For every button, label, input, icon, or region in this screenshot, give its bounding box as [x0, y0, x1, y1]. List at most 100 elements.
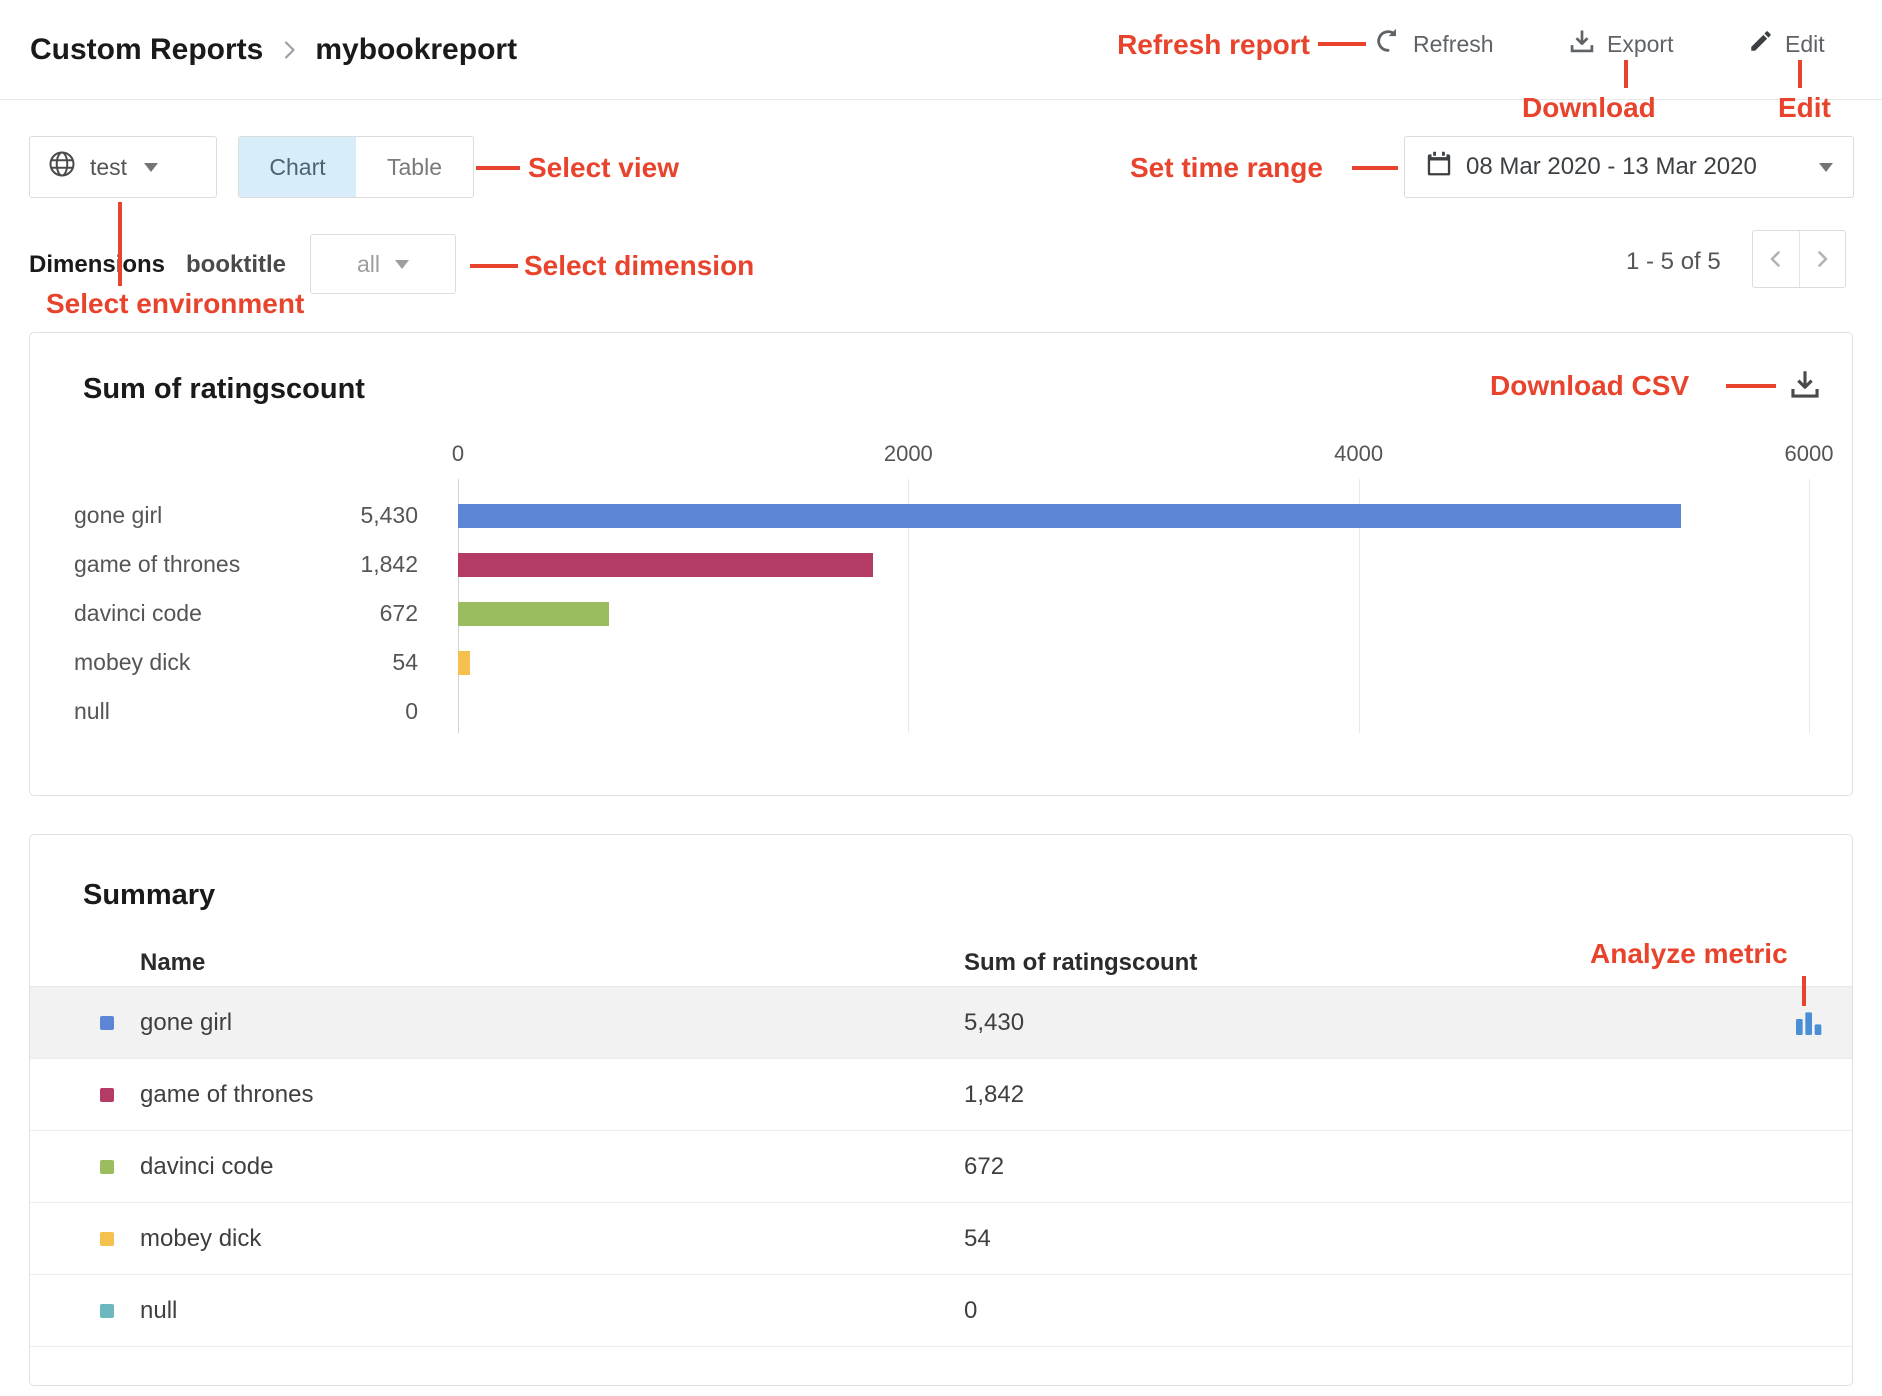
- row-value: 672: [964, 1153, 1004, 1181]
- environment-selector[interactable]: test: [29, 136, 217, 198]
- dimension-value: all: [357, 251, 380, 278]
- chart-card: Sum of ratingscount 0 2000 4000 6000 gon…: [29, 332, 1853, 796]
- annotation-select-view: Select view: [528, 152, 679, 184]
- pencil-icon: [1748, 28, 1774, 60]
- download-icon: [1788, 367, 1822, 401]
- refresh-button[interactable]: Refresh: [1374, 27, 1494, 61]
- bar-track: [458, 602, 1809, 626]
- chart-row: davinci code 672: [30, 589, 1852, 638]
- row-name: mobey dick: [140, 1225, 261, 1253]
- page-next-button[interactable]: [1800, 231, 1846, 287]
- category-value: 54: [274, 649, 458, 676]
- chevron-right-icon: [1810, 247, 1834, 271]
- chevron-down-icon: [1819, 163, 1833, 172]
- tab-table[interactable]: Table: [356, 137, 473, 197]
- date-range-value: 08 Mar 2020 - 13 Mar 2020: [1466, 153, 1806, 181]
- dimensions-label: Dimensions: [29, 251, 165, 279]
- row-name: davinci code: [140, 1153, 273, 1181]
- row-name: game of thrones: [140, 1081, 313, 1109]
- page-prev-button[interactable]: [1753, 231, 1800, 287]
- bar-track: [458, 504, 1809, 528]
- chevron-right-icon: [277, 38, 301, 62]
- chart-rows: gone girl 5,430 game of thrones 1,842 da…: [30, 491, 1852, 736]
- refresh-icon: [1374, 27, 1402, 61]
- globe-icon: [47, 149, 77, 185]
- table-row[interactable]: null 0: [30, 1275, 1852, 1347]
- row-name: null: [140, 1297, 177, 1325]
- axis-tick: 0: [452, 441, 464, 467]
- row-value: 1,842: [964, 1081, 1024, 1109]
- annotation-select-environment: Select environment: [46, 288, 304, 320]
- row-value: 5,430: [964, 1009, 1024, 1037]
- category-value: 1,842: [274, 551, 458, 578]
- chart-x-axis: 0 2000 4000 6000: [458, 441, 1809, 469]
- breadcrumb-current: mybookreport: [315, 33, 517, 67]
- dimension-name: booktitle: [186, 251, 286, 279]
- summary-table-header: Name Sum of ratingscount: [30, 939, 1852, 987]
- dimension-value-dropdown[interactable]: all: [310, 234, 456, 294]
- series-swatch: [100, 1160, 114, 1174]
- annotation-line: [1352, 166, 1398, 170]
- chart-row: gone girl 5,430: [30, 491, 1852, 540]
- annotation-set-time-range: Set time range: [1130, 152, 1323, 184]
- category-label: davinci code: [30, 600, 274, 627]
- bar[interactable]: [458, 553, 873, 577]
- export-button[interactable]: Export: [1568, 27, 1673, 61]
- breadcrumb: Custom Reports mybookreport: [30, 33, 517, 67]
- bar-track: [458, 651, 1809, 675]
- edit-label: Edit: [1785, 31, 1825, 58]
- column-header-name: Name: [140, 949, 205, 977]
- table-row[interactable]: mobey dick 54: [30, 1203, 1852, 1275]
- date-range-picker[interactable]: 08 Mar 2020 - 13 Mar 2020: [1404, 136, 1854, 198]
- chevron-down-icon: [144, 163, 158, 172]
- table-row[interactable]: gone girl 5,430: [30, 987, 1852, 1059]
- bar-track: [458, 553, 1809, 577]
- series-swatch: [100, 1088, 114, 1102]
- analyze-metric-button[interactable]: [1790, 1005, 1826, 1041]
- category-value: 672: [274, 600, 458, 627]
- row-name: gone girl: [140, 1009, 232, 1037]
- chart-row: game of thrones 1,842: [30, 540, 1852, 589]
- tab-chart[interactable]: Chart: [239, 137, 356, 197]
- category-label: mobey dick: [30, 649, 274, 676]
- chart-row: mobey dick 54: [30, 638, 1852, 687]
- axis-tick: 2000: [884, 441, 933, 467]
- view-toggle: Chart Table: [238, 136, 474, 198]
- annotation-line: [476, 166, 520, 170]
- category-value: 0: [274, 698, 458, 725]
- series-swatch: [100, 1304, 114, 1318]
- table-row[interactable]: davinci code 672: [30, 1131, 1852, 1203]
- calendar-icon: [1425, 150, 1453, 185]
- axis-tick: 4000: [1334, 441, 1383, 467]
- chevron-down-icon: [395, 260, 409, 269]
- chevron-left-icon: [1764, 247, 1788, 271]
- download-icon: [1568, 27, 1596, 61]
- chart-title: Sum of ratingscount: [83, 373, 365, 406]
- series-swatch: [100, 1016, 114, 1030]
- row-value: 54: [964, 1225, 991, 1253]
- annotation-line: [470, 264, 518, 268]
- row-value: 0: [964, 1297, 977, 1325]
- column-header-value: Sum of ratingscount: [964, 949, 1197, 977]
- bar-track: [458, 700, 1809, 724]
- annotation-select-dimension: Select dimension: [524, 250, 754, 282]
- category-label: gone girl: [30, 502, 274, 529]
- top-header: Custom Reports mybookreport Refresh Expo…: [0, 0, 1882, 100]
- summary-title: Summary: [83, 879, 215, 912]
- category-label: game of thrones: [30, 551, 274, 578]
- refresh-label: Refresh: [1413, 31, 1494, 58]
- axis-tick: 6000: [1785, 441, 1834, 467]
- edit-button[interactable]: Edit: [1748, 28, 1825, 60]
- summary-table-body: gone girl 5,430 game of thrones 1,842 da…: [30, 987, 1852, 1347]
- bar-chart-icon: [1792, 1007, 1824, 1039]
- table-row[interactable]: game of thrones 1,842: [30, 1059, 1852, 1131]
- bar[interactable]: [458, 651, 470, 675]
- export-label: Export: [1607, 31, 1673, 58]
- bar[interactable]: [458, 602, 609, 626]
- download-csv-button[interactable]: [1786, 365, 1824, 403]
- breadcrumb-root[interactable]: Custom Reports: [30, 33, 263, 67]
- series-swatch: [100, 1232, 114, 1246]
- chart-row: null 0: [30, 687, 1852, 736]
- summary-card: Summary Name Sum of ratingscount gone gi…: [29, 834, 1853, 1386]
- bar[interactable]: [458, 504, 1681, 528]
